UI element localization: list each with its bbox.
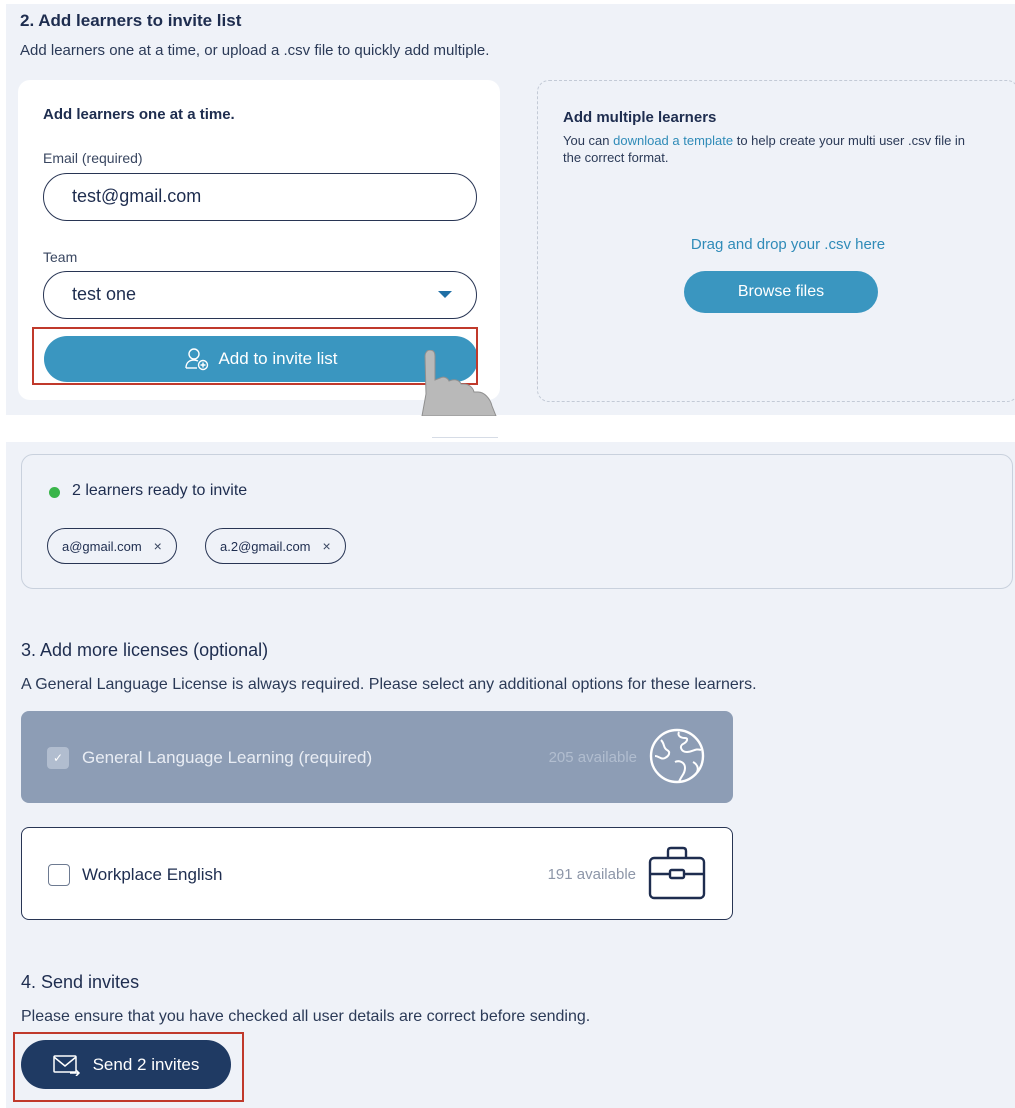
invite-settings-panel: 2 learners ready to invite a@gmail.com ×… [6, 442, 1015, 1108]
section-4-subtitle: Please ensure that you have checked all … [21, 1008, 591, 1025]
send-button-highlight-box [13, 1032, 244, 1102]
section-3-title: 3. Add more licenses (optional) [21, 640, 269, 660]
chevron-down-icon [438, 291, 452, 298]
license-general-language: ✓ General Language Learning (required) 2… [21, 711, 733, 803]
add-multiple-learners-dropzone[interactable]: Add multiple learners You can download a… [537, 80, 1015, 402]
learner-email: a.2@gmail.com [220, 538, 311, 554]
description-prefix: You can [563, 133, 614, 148]
license-name: Workplace English [82, 865, 223, 884]
team-label: Team [43, 249, 78, 265]
license-checkbox[interactable] [48, 864, 70, 886]
email-field[interactable]: test@gmail.com [43, 173, 477, 221]
ready-to-invite-text: 2 learners ready to invite [72, 482, 248, 499]
globe-icon [649, 728, 705, 784]
download-template-link[interactable]: download a template [613, 133, 733, 148]
ready-to-invite-box: 2 learners ready to invite a@gmail.com ×… [21, 454, 1013, 589]
section-2-title: 2. Add learners to invite list [20, 11, 242, 30]
add-button-highlight-box [32, 327, 478, 385]
license-workplace-english[interactable]: Workplace English 191 available [21, 827, 733, 920]
team-select-value: test one [72, 284, 137, 304]
license-name: General Language Learning (required) [82, 748, 373, 767]
multiple-learners-description: You can download a template to help crea… [563, 132, 983, 166]
close-icon[interactable]: × [154, 538, 162, 554]
section-2-subtitle: Add learners one at a time, or upload a … [20, 42, 490, 59]
status-dot [49, 487, 60, 498]
drag-drop-text: Drag and drop your .csv here [690, 236, 886, 253]
pointer-hand-icon [421, 350, 497, 416]
single-learner-title: Add learners one at a time. [43, 106, 235, 123]
section-3-subtitle: A General Language License is always req… [21, 676, 757, 693]
multiple-learners-title: Add multiple learners [563, 109, 717, 126]
divider [432, 437, 498, 438]
close-icon[interactable]: × [323, 538, 331, 554]
briefcase-icon [648, 846, 706, 900]
team-select[interactable]: test one [43, 271, 477, 319]
license-available-count: 191 available [547, 866, 636, 883]
browse-files-button[interactable]: Browse files [684, 271, 878, 313]
license-checkbox-checked: ✓ [47, 747, 69, 769]
section-4-title: 4. Send invites [21, 972, 140, 992]
license-available-count: 205 available [548, 749, 637, 766]
learner-email: a@gmail.com [62, 538, 142, 554]
learner-chip: a.2@gmail.com × [205, 528, 346, 564]
email-label: Email (required) [43, 150, 143, 166]
learner-chip: a@gmail.com × [47, 528, 177, 564]
